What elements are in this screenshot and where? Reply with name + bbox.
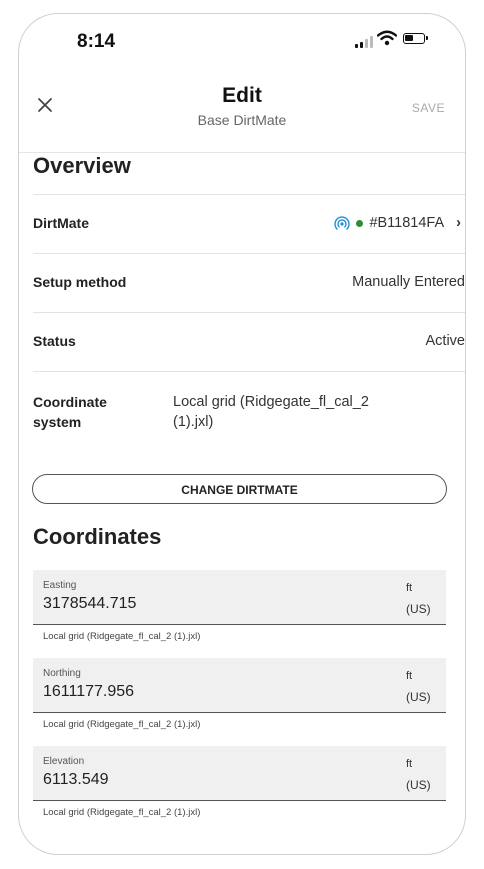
page-subtitle: Base DirtMate <box>197 112 287 128</box>
battery-icon <box>403 33 428 44</box>
coordinates-heading: Coordinates <box>33 524 162 549</box>
phone-frame: 8:14 Edit Base DirtMate SAVE Overview Di… <box>18 13 466 855</box>
coordinate-system-label-line2: system <box>33 414 82 430</box>
northing-unit-line1: ft <box>406 670 413 682</box>
setup-method-label: Setup method <box>33 274 127 290</box>
change-dirtmate-button[interactable]: CHANGE DIRTMATE <box>32 474 447 504</box>
status-value: Active <box>425 333 466 349</box>
coordinate-system-row: Coordinate system Local grid (Ridgegate_… <box>33 371 465 452</box>
status-bar: 8:14 <box>19 14 465 64</box>
signal-icon <box>355 36 373 48</box>
elevation-label: Elevation <box>43 756 85 767</box>
coordinate-system-label: Coordinate system <box>33 392 107 432</box>
easting-value[interactable]: 3178544.715 <box>43 595 136 613</box>
coordinate-system-label-line1: Coordinate <box>33 394 107 410</box>
elevation-value[interactable]: 6113.549 <box>43 771 109 789</box>
dirtmate-value: #B11814FA › <box>334 215 461 231</box>
northing-label: Northing <box>43 668 81 679</box>
coordinate-system-value-line1: Local grid (Ridgegate_fl_cal_2 <box>173 394 369 410</box>
status-time: 8:14 <box>77 31 116 52</box>
elevation-unit-line2: (US) <box>406 778 431 792</box>
easting-unit-line1: ft <box>406 582 413 594</box>
broadcast-icon <box>334 216 351 230</box>
dirtmate-label: DirtMate <box>33 215 90 231</box>
easting-helper-text: Local grid (Ridgegate_fl_cal_2 (1).jxl) <box>43 631 201 642</box>
northing-field[interactable]: Northing 1611177.956 ft (US) <box>33 658 446 713</box>
overview-heading: Overview <box>33 153 131 178</box>
top-app-bar: Edit Base DirtMate SAVE <box>19 74 465 153</box>
dirtmate-row[interactable]: DirtMate #B11814FA › <box>33 194 465 254</box>
northing-unit-line2: (US) <box>406 690 431 704</box>
easting-field[interactable]: Easting 3178544.715 ft (US) <box>33 570 446 625</box>
northing-helper-text: Local grid (Ridgegate_fl_cal_2 (1).jxl) <box>43 719 201 730</box>
coordinate-system-value: Local grid (Ridgegate_fl_cal_2 (1).jxl) <box>173 392 369 432</box>
elevation-helper-text: Local grid (Ridgegate_fl_cal_2 (1).jxl) <box>43 807 201 818</box>
setup-method-value: Manually Entered <box>352 274 465 290</box>
dirtmate-id: #B11814FA <box>369 215 445 231</box>
easting-label: Easting <box>43 580 77 591</box>
status-row: Status Active <box>33 312 465 372</box>
northing-value[interactable]: 1611177.956 <box>43 683 134 701</box>
wifi-icon <box>377 30 397 46</box>
elevation-field[interactable]: Elevation 6113.549 ft (US) <box>33 746 446 801</box>
status-label: Status <box>33 333 76 349</box>
easting-unit-line2: (US) <box>406 602 431 616</box>
save-button[interactable]: SAVE <box>412 101 445 115</box>
setup-method-row: Setup method Manually Entered <box>33 253 465 313</box>
elevation-unit-line1: ft <box>406 758 413 770</box>
chevron-right-icon: › <box>456 215 461 231</box>
page-title: Edit <box>222 84 262 107</box>
coordinate-system-value-line2: (1).jxl) <box>173 414 214 430</box>
status-dot-icon <box>356 219 364 227</box>
